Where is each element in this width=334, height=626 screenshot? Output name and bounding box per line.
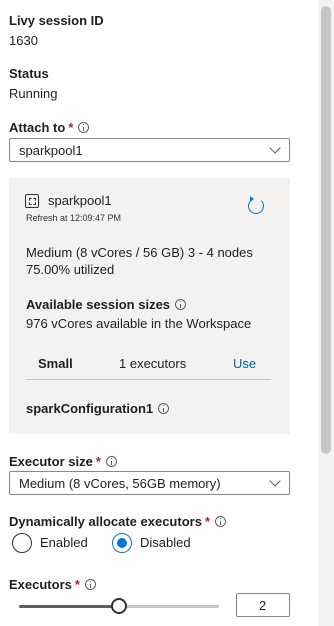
executors-label-text: Executors <box>9 577 72 592</box>
available-vcores-text: 976 vCores available in the Workspace <box>26 316 252 331</box>
spark-pool-name: sparkpool1 <box>48 193 112 208</box>
executors-number-input[interactable]: 2 <box>236 593 290 617</box>
radio-disabled-label[interactable]: Disabled <box>140 535 191 550</box>
refresh-icon[interactable] <box>248 196 264 214</box>
dynamic-allocation-label-text: Dynamically allocate executors <box>9 514 202 529</box>
required-asterisk: * <box>68 120 74 135</box>
attach-to-label-text: Attach to <box>9 120 66 135</box>
use-session-size-link[interactable]: Use <box>233 356 256 371</box>
vertical-scrollbar[interactable] <box>318 0 334 626</box>
info-icon[interactable] <box>78 122 90 133</box>
session-size-name: Small <box>38 356 73 371</box>
executors-slider-fill <box>19 605 119 608</box>
attach-to-selected-value: sparkpool1 <box>19 143 83 158</box>
livy-session-id-value: 1630 <box>9 33 38 48</box>
status-label: Status <box>9 66 49 81</box>
dynamic-allocation-label: Dynamically allocate executors * <box>9 514 226 529</box>
executor-size-selected-value: Medium (8 vCores, 56GB memory) <box>19 476 221 491</box>
spark-pool-card: sparkpool1 Refresh at 12:09:47 PM Medium… <box>9 178 290 434</box>
info-icon[interactable] <box>84 579 96 590</box>
chevron-down-icon <box>269 142 281 154</box>
chevron-down-icon <box>269 475 281 487</box>
executor-size-label-text: Executor size <box>9 454 93 469</box>
executor-size-label: Executor size * <box>9 454 117 469</box>
livy-session-id-label: Livy session ID <box>9 13 104 28</box>
required-asterisk: * <box>74 577 80 592</box>
radio-enabled[interactable] <box>12 533 32 553</box>
divider <box>26 379 271 380</box>
attach-to-dropdown[interactable]: sparkpool1 <box>9 138 290 162</box>
spark-configuration-name: sparkConfiguration1 <box>26 401 170 416</box>
info-icon[interactable] <box>158 403 170 414</box>
executors-number-value: 2 <box>259 598 267 613</box>
available-session-sizes-title: Available session sizes <box>26 297 187 312</box>
executors-slider-thumb[interactable] <box>111 598 127 614</box>
info-icon[interactable] <box>105 456 117 467</box>
info-icon[interactable] <box>215 516 226 527</box>
refresh-timestamp: Refresh at 12:09:47 PM <box>26 213 122 223</box>
session-config-panel: Livy session ID 1630 Status Running Atta… <box>0 0 316 626</box>
available-session-sizes-title-text: Available session sizes <box>26 297 171 312</box>
radio-enabled-label[interactable]: Enabled <box>40 535 88 550</box>
spark-configuration-text: sparkConfiguration1 <box>26 401 154 416</box>
session-size-executors: 1 executors <box>119 356 187 371</box>
radio-disabled[interactable] <box>112 533 132 553</box>
executors-label: Executors * <box>9 577 96 592</box>
executor-size-dropdown[interactable]: Medium (8 vCores, 56GB memory) <box>9 471 290 495</box>
attach-to-label: Attach to * <box>9 120 90 135</box>
spark-pool-icon <box>25 194 39 208</box>
executors-slider[interactable] <box>19 598 219 614</box>
status-value: Running <box>9 86 58 101</box>
info-icon[interactable] <box>175 299 187 310</box>
pool-size-description: Medium (8 vCores / 56 GB) 3 - 4 nodes <box>26 245 253 260</box>
scrollbar-thumb[interactable] <box>321 6 331 454</box>
pool-utilization: 75.00% utilized <box>26 262 115 277</box>
required-asterisk: * <box>204 514 210 529</box>
required-asterisk: * <box>95 454 101 469</box>
